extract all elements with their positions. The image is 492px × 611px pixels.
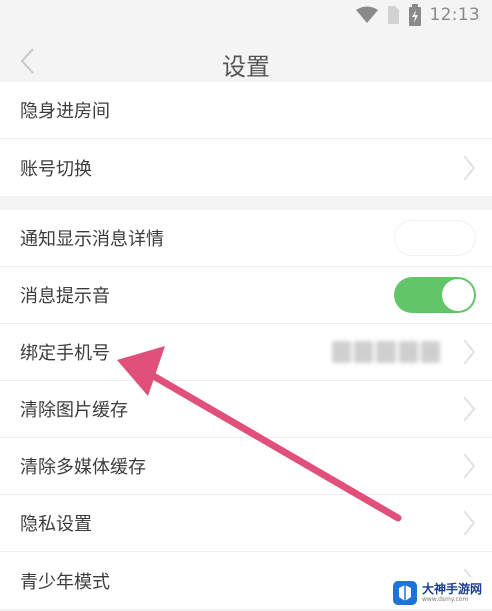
status-icons: 12:13 [355, 3, 481, 27]
notification-details-toggle[interactable] [394, 220, 476, 256]
phone-number-obscured [332, 341, 441, 363]
watermark-title: 大神手游网 [422, 582, 483, 596]
settings-row-message-sound[interactable]: 消息提示音 [0, 267, 492, 324]
settings-row-switch-account[interactable]: 账号切换 [0, 139, 492, 196]
row-label: 隐私设置 [20, 514, 92, 535]
toggle-knob [442, 279, 474, 311]
settings-row-bind-phone[interactable]: 绑定手机号 [0, 324, 492, 381]
status-time: 12:13 [429, 5, 480, 25]
battery-charging-icon [408, 4, 421, 26]
settings-group-general: 通知显示消息详情 消息提示音 绑定手机号 清除图片缓存 清除多媒体缓存 隐私设置… [0, 210, 492, 609]
watermark-logo-icon [393, 581, 417, 605]
settings-screen: 12:13 设置 隐身进房间 账号切换 通知显示消息详情 消息提示音 绑定手机号… [0, 0, 492, 611]
settings-row-clear-image-cache[interactable]: 清除图片缓存 [0, 381, 492, 438]
watermark-text: 大神手游网 www.dsmy.com [422, 583, 482, 603]
chevron-right-icon [463, 154, 476, 181]
sim-icon [387, 6, 399, 24]
chevron-right-icon [463, 510, 476, 536]
message-sound-toggle[interactable] [394, 277, 476, 313]
settings-group-account: 隐身进房间 账号切换 [0, 82, 492, 196]
row-label: 清除图片缓存 [20, 400, 128, 421]
settings-row-clear-media-cache[interactable]: 清除多媒体缓存 [0, 438, 492, 495]
row-label: 青少年模式 [20, 571, 110, 593]
page-title: 设置 [222, 53, 270, 81]
row-label: 绑定手机号 [20, 343, 110, 364]
row-label: 消息提示音 [20, 286, 110, 307]
row-label: 通知显示消息详情 [20, 229, 164, 250]
chevron-right-icon [463, 396, 476, 422]
settings-row-stealth-enter-room[interactable]: 隐身进房间 [0, 82, 492, 139]
wifi-icon [355, 6, 378, 23]
chevron-right-icon [463, 453, 476, 479]
row-label: 账号切换 [20, 158, 92, 180]
row-label: 隐身进房间 [20, 101, 110, 122]
settings-row-privacy[interactable]: 隐私设置 [0, 495, 492, 552]
watermark: 大神手游网 www.dsmy.com [392, 577, 488, 609]
chevron-right-icon [463, 339, 476, 365]
watermark-subtitle: www.dsmy.com [422, 596, 469, 603]
row-label: 清除多媒体缓存 [20, 457, 146, 478]
status-bar: 12:13 [0, 0, 492, 30]
settings-row-notification-details[interactable]: 通知显示消息详情 [0, 210, 492, 267]
